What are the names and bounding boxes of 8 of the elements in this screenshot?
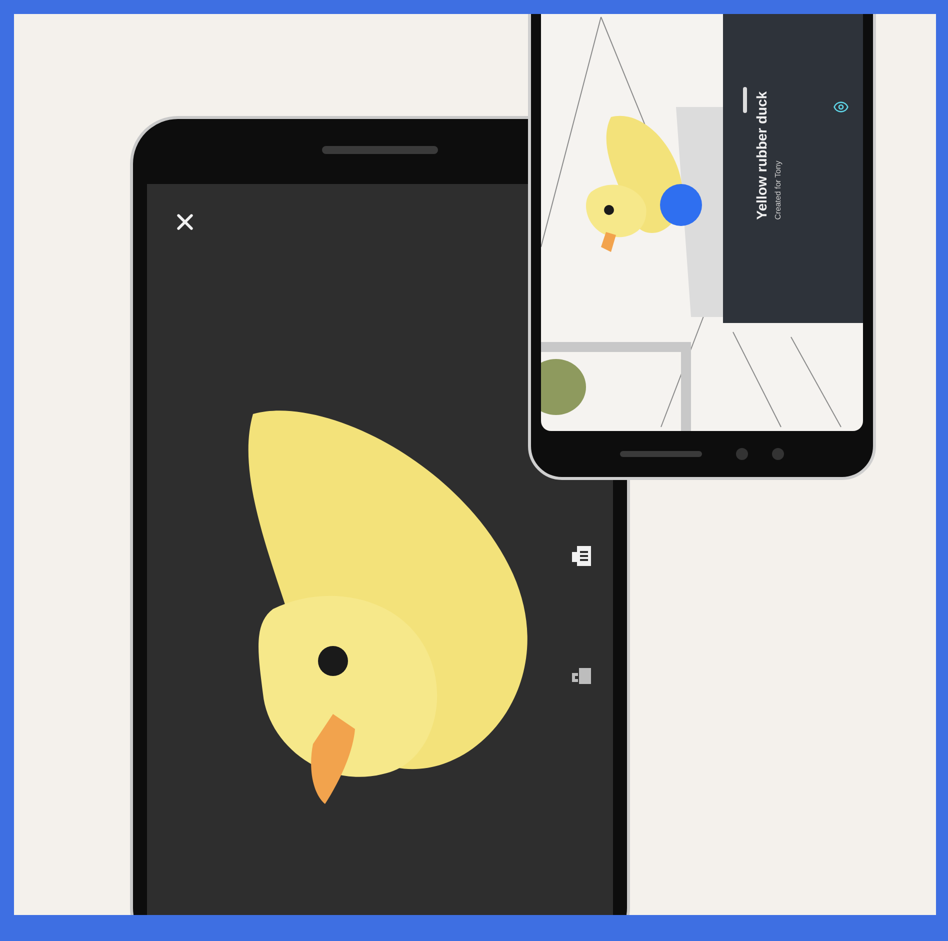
model-title: Yellow rubber duck: [754, 90, 770, 220]
selection-dot-icon[interactable]: [659, 183, 703, 227]
sensor-dot: [772, 448, 784, 460]
drag-handle[interactable]: [743, 87, 747, 113]
camera-lens: [736, 448, 748, 460]
model-subtitle: Created for Tony: [774, 159, 782, 220]
eye-icon[interactable]: [833, 99, 849, 115]
document-icon[interactable]: [571, 544, 593, 568]
